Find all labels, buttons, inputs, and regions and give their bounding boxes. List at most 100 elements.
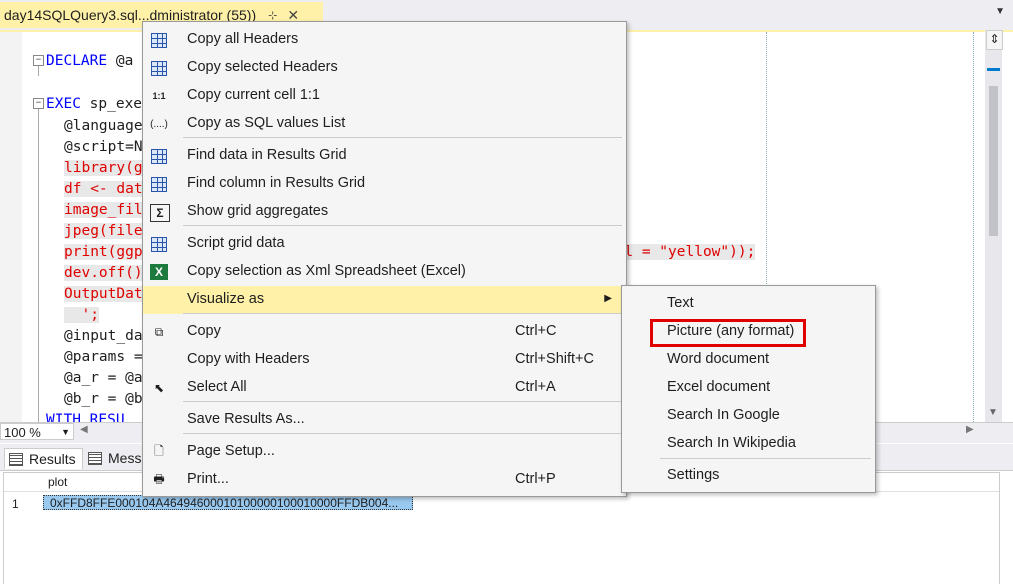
grid-selected-icon bbox=[150, 60, 168, 76]
context-menu: Copy all Headers Copy selected Headers 1:1… bbox=[142, 21, 627, 497]
editor-gutter bbox=[0, 32, 22, 422]
code-string: library(g bbox=[64, 160, 143, 176]
code-string: df <- dat bbox=[64, 181, 143, 197]
code-string: '; bbox=[64, 307, 99, 323]
code-line[interactable]: WITH RESU bbox=[46, 410, 125, 422]
tab-results-label: Results bbox=[29, 451, 76, 467]
menu-separator bbox=[183, 433, 622, 434]
menu-item-label: Copy with Headers bbox=[187, 351, 310, 367]
chevron-down-icon[interactable]: ▼ bbox=[61, 424, 70, 441]
code-text: sp_exe bbox=[80, 96, 143, 112]
menu-item-select-all[interactable]: ⬉ Select All Ctrl+A bbox=[143, 374, 626, 402]
code-string: image_fil bbox=[64, 202, 143, 218]
code-text: @input_da bbox=[64, 328, 143, 344]
pin-icon[interactable]: ⊹ bbox=[268, 9, 277, 22]
submenu-item-label: Word document bbox=[667, 351, 770, 367]
code-line[interactable]: @params = bbox=[64, 347, 143, 368]
annotation-highlight-box bbox=[650, 319, 806, 347]
code-text: @a_r = @a bbox=[64, 370, 143, 386]
grid-cell-selected[interactable]: 0xFFD8FFE000104A464946000101000001000100… bbox=[43, 495, 413, 510]
grid-all-icon bbox=[150, 32, 168, 48]
column-guide bbox=[973, 32, 974, 422]
menu-item-label: Select All bbox=[187, 379, 247, 395]
menu-item-copy-all-headers[interactable]: Copy all Headers bbox=[143, 26, 626, 54]
code-keyword: EXEC bbox=[46, 96, 81, 112]
menu-item-label: Copy selected Headers bbox=[187, 59, 338, 75]
menu-item-find-data-in-results-grid[interactable]: Find data in Results Grid bbox=[143, 142, 626, 170]
excel-icon: X bbox=[150, 264, 168, 280]
find-data-icon bbox=[150, 148, 168, 164]
menu-item-page-setup[interactable]: 🗋 Page Setup... bbox=[143, 438, 626, 466]
scroll-right-icon[interactable]: ▶ bbox=[966, 424, 974, 435]
code-line[interactable]: @a_r = @a bbox=[64, 368, 143, 389]
menu-item-label: Find column in Results Grid bbox=[187, 175, 366, 191]
tab-messages[interactable]: Mess bbox=[84, 448, 145, 468]
collapse-icon[interactable]: − bbox=[33, 55, 44, 66]
menu-item-print[interactable]: 🖶 Print... Ctrl+P bbox=[143, 466, 626, 494]
code-line[interactable]: jpeg(file bbox=[64, 221, 143, 242]
grid-icon bbox=[9, 452, 23, 466]
menu-separator bbox=[660, 458, 871, 459]
menu-item-label: Copy bbox=[187, 323, 221, 339]
grid-selected-icon-shape bbox=[151, 60, 167, 76]
code-line[interactable]: @language bbox=[64, 116, 143, 137]
find-column-icon-shape bbox=[151, 176, 167, 192]
menu-separator bbox=[183, 313, 622, 314]
menu-item-find-column-in-results-grid[interactable]: Find column in Results Grid bbox=[143, 170, 626, 198]
code-line[interactable]: dev.off() bbox=[64, 263, 143, 284]
code-line[interactable]: @script=N bbox=[64, 137, 143, 158]
submenu-item-text[interactable]: Text bbox=[622, 290, 875, 318]
menu-item-copy-selection-as-xml-spreadsheet-excel[interactable]: X Copy selection as Xml Spreadsheet (Exce… bbox=[143, 258, 626, 286]
code-text: @b_r = @b bbox=[64, 391, 143, 407]
script-icon-shape bbox=[151, 236, 167, 252]
code-line[interactable]: library(g bbox=[64, 158, 143, 179]
printer-icon: 🖶 bbox=[153, 471, 165, 486]
menu-item-shortcut: Ctrl+A bbox=[515, 379, 556, 395]
scroll-down-icon[interactable]: ▼ bbox=[988, 407, 998, 418]
menu-item-label: Print... bbox=[187, 471, 229, 487]
menu-item-copy-as-sql-values-list[interactable]: (....) Copy as SQL values List bbox=[143, 110, 626, 138]
submenu-item-search-in-wikipedia[interactable]: Search In Wikipedia bbox=[622, 430, 875, 458]
code-line[interactable]: DECLARE @a bbox=[46, 51, 133, 72]
split-icon[interactable]: ⇕ bbox=[986, 30, 1003, 50]
code-line[interactable]: OutputDat bbox=[64, 284, 143, 305]
menu-item-copy[interactable]: ⧉ Copy Ctrl+C bbox=[143, 318, 626, 346]
menu-item-copy-current-cell-1-1[interactable]: 1:1 Copy current cell 1:1 bbox=[143, 82, 626, 110]
zoom-select[interactable]: 100 % ▼ bbox=[0, 423, 74, 440]
submenu-item-settings[interactable]: Settings bbox=[622, 462, 875, 490]
menu-item-save-results-as[interactable]: Save Results As... bbox=[143, 406, 626, 434]
code-line[interactable]: EXEC sp_exe bbox=[46, 94, 142, 115]
tab-overflow-icon[interactable]: ▼ bbox=[995, 6, 1005, 17]
menu-item-label: Page Setup... bbox=[187, 443, 275, 459]
collapse-icon[interactable]: − bbox=[33, 98, 44, 109]
scroll-left-icon[interactable]: ◀ bbox=[80, 424, 88, 435]
scroll-thumb[interactable] bbox=[989, 86, 998, 236]
page-setup-icon: 🗋 bbox=[154, 443, 164, 458]
select-all-icon: ⬉ bbox=[153, 381, 165, 395]
submenu-item-search-in-google[interactable]: Search In Google bbox=[622, 402, 875, 430]
submenu-item-word-document[interactable]: Word document bbox=[622, 346, 875, 374]
code-string: print(ggp bbox=[64, 244, 143, 260]
grid-all-icon-shape bbox=[151, 32, 167, 48]
submenu-item-label: Text bbox=[667, 295, 694, 311]
code-line[interactable]: @input_da bbox=[64, 326, 143, 347]
editor-vertical-scrollbar[interactable]: ⇕ ▼ bbox=[985, 30, 1003, 422]
tab-results[interactable]: Results bbox=[4, 448, 83, 469]
submenu-item-label: Search In Google bbox=[667, 407, 780, 423]
outline-guide bbox=[38, 109, 39, 422]
code-line[interactable]: '; bbox=[64, 305, 99, 326]
code-line[interactable]: df <- dat bbox=[64, 179, 143, 200]
menu-item-copy-with-headers[interactable]: Copy with Headers Ctrl+Shift+C bbox=[143, 346, 626, 374]
row-number[interactable]: 1 bbox=[12, 497, 19, 511]
code-line[interactable]: @b_r = @b bbox=[64, 389, 143, 410]
column-header-plot[interactable]: plot bbox=[48, 475, 67, 489]
code-line[interactable]: print(ggp bbox=[64, 242, 143, 263]
menu-item-label: Copy as SQL values List bbox=[187, 115, 346, 131]
menu-item-visualize-as[interactable]: Visualize as ▶ bbox=[143, 286, 626, 314]
code-line[interactable]: image_fil bbox=[64, 200, 143, 221]
code-keyword: WITH RESU bbox=[46, 412, 125, 422]
menu-item-script-grid-data[interactable]: Script grid data bbox=[143, 230, 626, 258]
menu-item-copy-selected-headers[interactable]: Copy selected Headers bbox=[143, 54, 626, 82]
menu-item-show-grid-aggregates[interactable]: Σ Show grid aggregates bbox=[143, 198, 626, 226]
submenu-item-excel-document[interactable]: Excel document bbox=[622, 374, 875, 402]
